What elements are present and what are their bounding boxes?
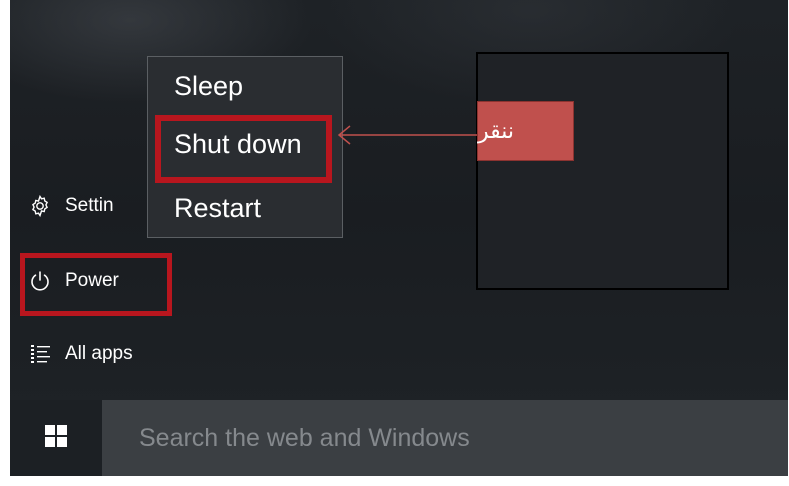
shut-down-highlight-box [155, 115, 332, 183]
all-apps-item[interactable]: All apps [27, 341, 133, 367]
settings-label: Settin [65, 195, 114, 216]
list-icon [27, 341, 53, 367]
search-input[interactable]: Search the web and Windows [102, 400, 788, 476]
restart-menu-item[interactable]: Restart [174, 193, 261, 224]
settings-item[interactable]: Settin [27, 193, 114, 219]
taskbar: Search the web and Windows [10, 400, 788, 476]
all-apps-label: All apps [65, 343, 133, 364]
gear-icon [27, 193, 53, 219]
windows-logo-icon [45, 424, 67, 452]
power-item[interactable]: Power [27, 268, 119, 294]
start-button[interactable] [10, 400, 102, 476]
power-label: Power [65, 270, 119, 291]
annotation-arrow-icon [337, 125, 478, 145]
bottom-margin [0, 476, 789, 486]
search-placeholder: Search the web and Windows [139, 424, 470, 452]
power-icon [27, 268, 53, 294]
sleep-menu-item[interactable]: Sleep [174, 71, 243, 102]
annotation-box [476, 52, 729, 290]
annotation-label: ننقر [477, 101, 574, 161]
